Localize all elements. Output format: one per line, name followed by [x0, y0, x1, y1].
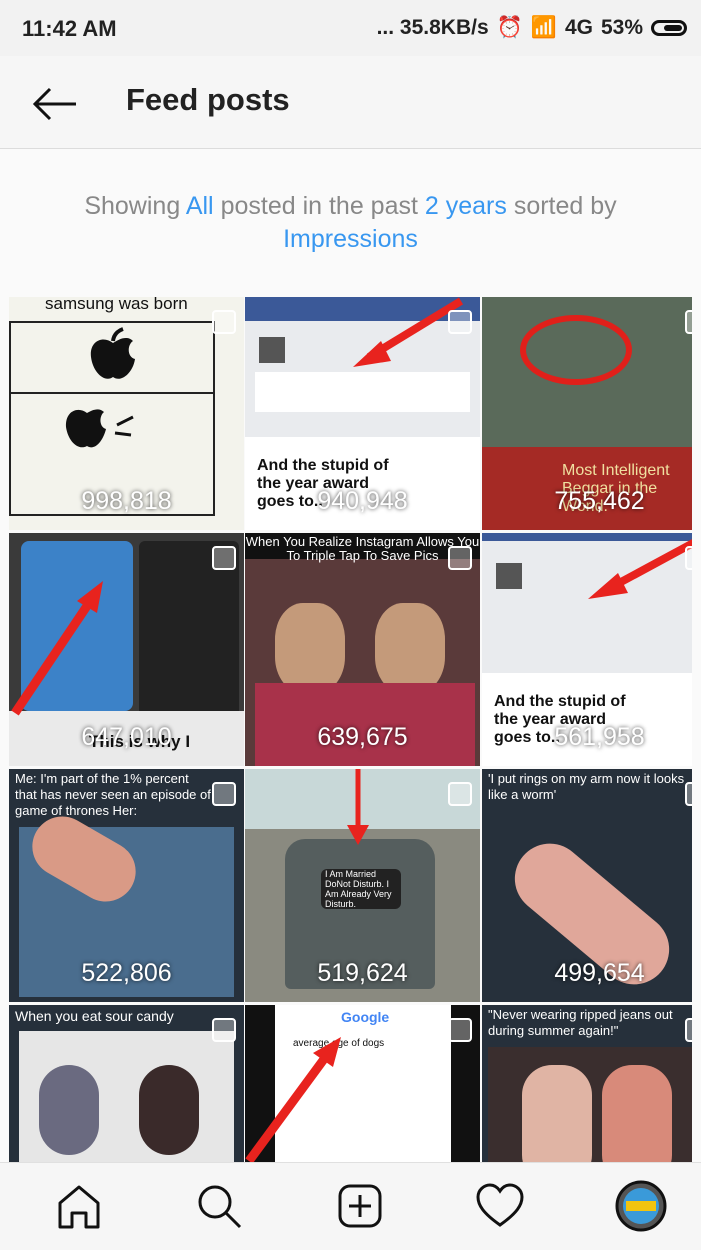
- filter-text: posted in the past: [220, 192, 418, 220]
- battery-percent: 53%: [600, 16, 643, 39]
- post-caption: 'I put rings on my arm now it looks like…: [488, 771, 685, 802]
- select-checkbox[interactable]: [685, 1018, 692, 1042]
- google-logo: Google: [341, 1009, 390, 1025]
- select-checkbox[interactable]: [685, 546, 692, 570]
- post-tile[interactable]: I Am Married DoNot Disturb. I Am Already…: [245, 769, 480, 1002]
- filter-scope-link[interactable]: All: [186, 192, 214, 220]
- post-caption: I Am Married DoNot Disturb. I Am Already…: [325, 869, 392, 909]
- post-tile[interactable]: Most Intelligent Beggar in the World. 75…: [482, 297, 692, 530]
- back-arrow-icon[interactable]: [28, 82, 84, 126]
- select-checkbox[interactable]: [448, 1018, 472, 1042]
- post-tile[interactable]: And the stupid of the year award goes to…: [482, 533, 692, 766]
- post-caption: When you eat sour candy: [15, 1008, 174, 1024]
- posts-grid: samsung was born 998,818 And the stupid …: [9, 297, 692, 1162]
- select-checkbox[interactable]: [212, 546, 236, 570]
- impressions-count: 647,010: [81, 723, 172, 751]
- page-title: Feed posts: [126, 82, 290, 117]
- select-checkbox[interactable]: [212, 782, 236, 806]
- select-checkbox[interactable]: [448, 310, 472, 334]
- top-bar: Feed posts: [0, 56, 701, 149]
- select-checkbox[interactable]: [212, 1018, 236, 1042]
- network-speed: ... 35.8KB/s: [376, 16, 489, 39]
- profile-avatar[interactable]: [614, 1179, 668, 1233]
- post-caption: Me: I'm part of the 1% percent that has …: [15, 771, 211, 818]
- impressions-count: 499,654: [554, 959, 645, 987]
- post-tile[interactable]: "Never wearing ripped jeans out during s…: [482, 1005, 692, 1162]
- impressions-count: 940,948: [317, 487, 408, 515]
- select-checkbox[interactable]: [685, 310, 692, 334]
- impressions-count: 519,624: [317, 959, 408, 987]
- filter-period-link[interactable]: 2 years: [425, 192, 507, 220]
- impressions-count: 755,462: [554, 487, 645, 515]
- select-checkbox[interactable]: [448, 782, 472, 806]
- post-caption: "Never wearing ripped jeans out during s…: [488, 1007, 673, 1038]
- signal-icon: 📶: [530, 16, 557, 39]
- post-tile[interactable]: 'I put rings on my arm now it looks like…: [482, 769, 692, 1002]
- post-tile[interactable]: Google average age of dogs: [245, 1005, 480, 1162]
- status-time: 11:42 AM: [22, 16, 117, 41]
- select-checkbox[interactable]: [685, 782, 692, 806]
- select-checkbox[interactable]: [448, 546, 472, 570]
- post-tile[interactable]: Me: I'm part of the 1% percent that has …: [9, 769, 244, 1002]
- search-icon[interactable]: [192, 1179, 246, 1233]
- post-tile[interactable]: When you eat sour candy: [9, 1005, 244, 1162]
- post-caption: samsung was born: [45, 297, 188, 313]
- impressions-count: 639,675: [317, 723, 408, 751]
- filter-metric-link[interactable]: Impressions: [283, 225, 418, 253]
- home-icon[interactable]: [52, 1179, 106, 1233]
- filter-summary: Showing All posted in the past 2 years s…: [0, 190, 701, 256]
- activity-heart-icon[interactable]: [473, 1179, 527, 1233]
- network-type: 4G: [564, 16, 593, 39]
- alarm-icon: ⏰: [496, 16, 523, 39]
- post-tile[interactable]: This is why I 647,010: [9, 533, 244, 766]
- status-bar: 11:42 AM ... 35.8KB/s ⏰ 📶 4G 53%: [0, 0, 701, 56]
- post-tile[interactable]: When You Realize Instagram Allows You To…: [245, 533, 480, 766]
- impressions-count: 561,958: [554, 723, 645, 751]
- status-indicators: ... 35.8KB/s ⏰ 📶 4G 53%: [377, 16, 687, 40]
- new-post-icon[interactable]: [333, 1179, 387, 1233]
- filter-text: sorted by: [513, 192, 617, 220]
- impressions-count: 522,806: [81, 959, 172, 987]
- post-caption: When You Realize Instagram Allows You To…: [245, 534, 480, 563]
- impressions-count: 998,818: [81, 487, 172, 515]
- post-tile[interactable]: And the stupid of the year award goes to…: [245, 297, 480, 530]
- post-tile[interactable]: samsung was born 998,818: [9, 297, 244, 530]
- select-checkbox[interactable]: [212, 310, 236, 334]
- battery-icon: [651, 20, 687, 36]
- filter-text: Showing: [84, 192, 181, 220]
- bottom-nav: [0, 1162, 701, 1250]
